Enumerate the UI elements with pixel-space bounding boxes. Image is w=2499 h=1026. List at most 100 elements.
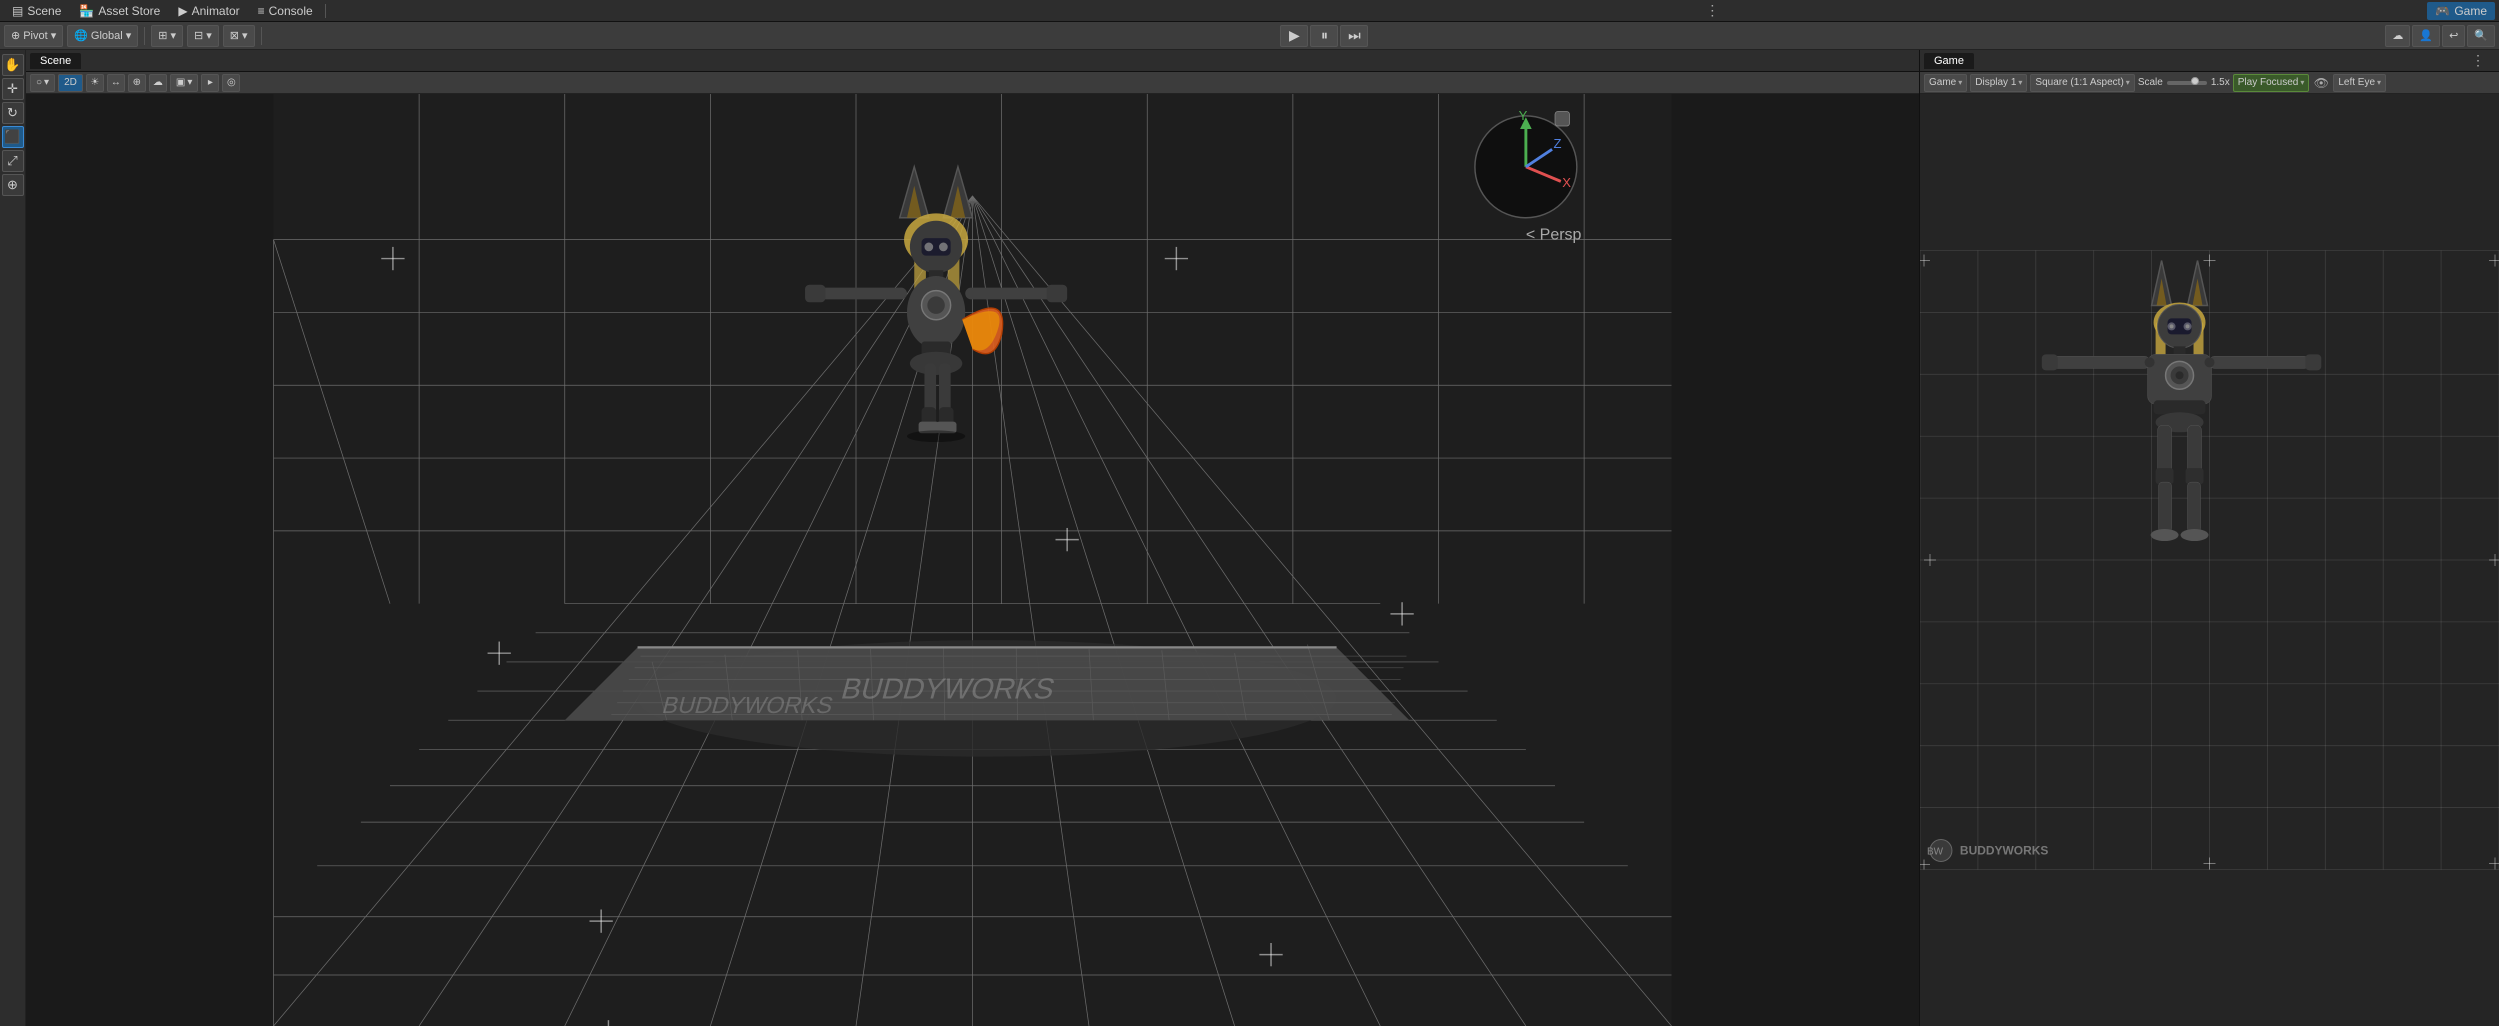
console-tab-icon: ≡ <box>258 4 265 18</box>
top-menu-bar: ▤ Scene 🏪 Asset Store ▶ Animator ≡ Conso… <box>0 0 2499 22</box>
layers-icon: ☁ <box>2392 29 2403 42</box>
snap-button[interactable]: ⊟ ▾ <box>187 25 219 47</box>
grid-overlay-button[interactable]: ▸ <box>201 74 219 92</box>
play-focused-label: Play Focused <box>2238 77 2299 88</box>
fx-button[interactable]: ⊕ <box>128 74 146 92</box>
left-eye-dropdown[interactable]: Left Eye ▾ <box>2333 74 2386 92</box>
play-focused-dropdown[interactable]: Play Focused ▾ <box>2233 74 2310 92</box>
account-icon: 👤 <box>2419 29 2433 42</box>
grid-dropdown-icon: ▾ <box>170 29 176 42</box>
game-panel-options[interactable]: ⋮ <box>2465 52 2491 69</box>
search-icon: 🔍 <box>2474 29 2488 42</box>
hand-tool-button[interactable]: ✋ <box>2 54 24 76</box>
render-dropdown: ▾ <box>187 77 192 88</box>
scene-tab-label: Scene <box>27 4 61 18</box>
scene-tab-label: Scene <box>40 55 71 67</box>
audio-icon: ↔ <box>111 77 121 88</box>
svg-text:BUDDYWORKS: BUDDYWORKS <box>838 673 1059 705</box>
display-dropdown[interactable]: Display 1 ▾ <box>1970 74 2027 92</box>
left-eye-label: Left Eye <box>2338 77 2375 88</box>
game-mode-dropdown[interactable]: Game ▾ <box>1924 74 1967 92</box>
2d-label: 2D <box>64 77 77 88</box>
draw-mode-dropdown: ▾ <box>44 77 49 88</box>
console-menu-tab[interactable]: ≡ Console <box>250 2 321 20</box>
game-tab-icon: 🎮 <box>2435 4 2450 18</box>
scene-view-toolbar: ○ ▾ 2D ☀ ↔ ⊕ ☁ ▣ ▾ ▸ <box>26 72 1919 94</box>
pivot-dropdown-icon: ▾ <box>51 29 57 42</box>
scene-view-tab[interactable]: Scene <box>30 53 81 69</box>
hand-tool-icon: ✋ <box>4 57 20 73</box>
game-menu-tab[interactable]: 🎮 Game <box>2427 2 2495 20</box>
render-mode-button[interactable]: ▣ ▾ <box>170 74 198 92</box>
scene-tab-bar: Scene <box>26 50 1919 72</box>
topbar-options-button[interactable]: ⋮ <box>1699 2 1725 19</box>
scene-visibility-button[interactable]: ☁ <box>149 74 167 92</box>
layers-button[interactable]: ☁ <box>2385 25 2410 47</box>
scale-thumb[interactable] <box>2191 77 2199 85</box>
scene-viewport[interactable]: BUDDYWORKS BUDDYWORKS <box>26 94 1919 1026</box>
account-button[interactable]: 👤 <box>2412 25 2440 47</box>
render-icon: ▣ <box>176 77 185 88</box>
draw-mode-button[interactable]: ○ ▾ <box>30 74 55 92</box>
display-label: Display 1 <box>1975 77 2016 88</box>
pivot-button[interactable]: ⊕ Pivot ▾ <box>4 25 63 47</box>
step-button[interactable]: ⏭ <box>1340 25 1368 47</box>
game-tab-bar: Game ⋮ <box>1920 50 2499 72</box>
svg-text:X: X <box>1562 175 1571 190</box>
pause-button[interactable]: ⏸ <box>1310 25 1338 47</box>
scale-value: 1.5x <box>2211 77 2230 88</box>
console-tab-label: Console <box>269 4 313 18</box>
transform-tool-button[interactable]: ⤢ <box>2 150 24 172</box>
custom-tool-button[interactable]: ⊕ <box>2 174 24 196</box>
move-tool-button[interactable]: ✛ <box>2 78 24 100</box>
animator-tab-icon: ▶ <box>178 4 187 18</box>
vr-button[interactable]: 👁 <box>2312 74 2330 92</box>
svg-text:BW: BW <box>1927 846 1944 857</box>
rect-tool-button[interactable]: ⬛ <box>2 126 24 148</box>
rotate-tool-button[interactable]: ↻ <box>2 102 24 124</box>
scene-menu-tab[interactable]: ▤ Scene <box>4 2 69 20</box>
aspect-label: Square (1:1 Aspect) <box>2035 77 2123 88</box>
main-toolbar: ⊕ Pivot ▾ 🌐 Global ▾ ⊞ ▾ ⊟ ▾ ⊠ ▾ ▶ ⏸ ⏭ ☁… <box>0 22 2499 50</box>
grid-view-button[interactable]: ⊞ ▾ <box>151 25 183 47</box>
custom-tool-icon: ⊕ <box>7 177 18 193</box>
svg-text:BUDDYWORKS: BUDDYWORKS <box>659 693 835 719</box>
toolbar-sep-1 <box>144 27 145 45</box>
game-viewport[interactable]: BW BUDDYWORKS <box>1920 94 2499 1026</box>
asset-store-tab-label: Asset Store <box>98 4 160 18</box>
aspect-dropdown[interactable]: Square (1:1 Aspect) ▾ <box>2030 74 2134 92</box>
global-button[interactable]: 🌐 Global ▾ <box>67 25 138 47</box>
play-focused-arrow: ▾ <box>2300 78 2304 87</box>
2d-button[interactable]: 2D <box>58 74 83 92</box>
svg-text:BUDDYWORKS: BUDDYWORKS <box>1960 843 2048 857</box>
draw-mode-icon: ○ <box>36 77 42 88</box>
rect-tool-icon: ⬛ <box>4 129 20 145</box>
toolbar-sep-2 <box>261 27 262 45</box>
lighting-button[interactable]: ☀ <box>86 74 104 92</box>
collab-button[interactable]: ⊠ ▾ <box>223 25 255 47</box>
collab-icon: ⊠ <box>230 29 239 42</box>
audio-button[interactable]: ↔ <box>107 74 125 92</box>
game-view-toolbar: Game ▾ Display 1 ▾ Square (1:1 Aspect) ▾… <box>1920 72 2499 94</box>
aspect-arrow: ▾ <box>2126 78 2130 87</box>
move-tool-icon: ✛ <box>7 81 18 97</box>
visibility-icon: ☁ <box>153 77 163 88</box>
game-mode-label: Game <box>1929 77 1956 88</box>
animator-menu-tab[interactable]: ▶ Animator <box>170 2 247 20</box>
main-layout: ✋ ✛ ↻ ⬛ ⤢ ⊕ Scene ○ ▾ <box>0 50 2499 1026</box>
game-view-tab[interactable]: Game <box>1924 53 1974 69</box>
pivot-icon: ⊕ <box>11 29 20 42</box>
search-button[interactable]: 🔍 <box>2467 25 2495 47</box>
scene-canvas: BUDDYWORKS BUDDYWORKS <box>26 94 1919 1026</box>
game-panel: Game ⋮ Game ▾ Display 1 ▾ Square (1:1 As… <box>1919 50 2499 1026</box>
asset-store-menu-tab[interactable]: 🏪 Asset Store <box>71 2 168 20</box>
undo-icon: ↩ <box>2449 29 2458 42</box>
gizmo-button[interactable]: ◎ <box>222 74 240 92</box>
undo-history-button[interactable]: ↩ <box>2442 25 2465 47</box>
asset-store-tab-icon: 🏪 <box>79 4 94 18</box>
vr-icon-symbol: 👁 <box>2314 76 2329 90</box>
scale-slider[interactable] <box>2167 81 2207 85</box>
scale-control: Scale 1.5x <box>2138 77 2230 88</box>
play-button[interactable]: ▶ <box>1280 25 1308 47</box>
game-tab-label: Game <box>2454 4 2487 18</box>
